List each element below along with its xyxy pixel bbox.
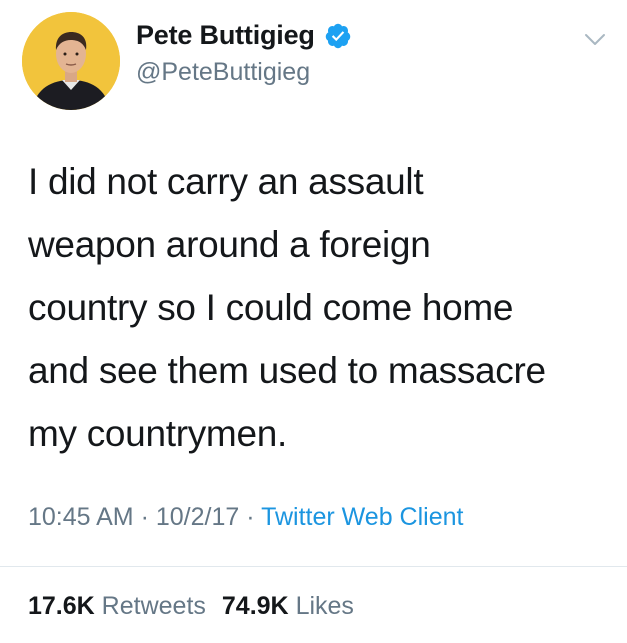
avatar-image — [22, 12, 120, 110]
tweet-text: I did not carry an assault weapon around… — [28, 161, 546, 454]
tweet-time[interactable]: 10:45 AM — [28, 503, 134, 531]
likes-stat[interactable]: 74.9K Likes — [222, 592, 354, 620]
tweet-card: Pete Buttigieg @PeteButtigieg I did not … — [0, 0, 627, 643]
likes-count: 74.9K — [221, 592, 289, 620]
retweets-label: Retweets — [101, 592, 206, 620]
profile-avatar[interactable] — [22, 12, 120, 110]
retweets-stat[interactable]: 17.6K Retweets — [28, 592, 206, 620]
tweet-date[interactable]: 10/2/17 — [156, 503, 239, 531]
display-name-text: Pete Buttigieg — [136, 20, 315, 50]
verified-badge-icon — [325, 23, 350, 48]
tweet-stats: 17.6K Retweets 74.9K Likes — [28, 592, 354, 621]
likes-label: Likes — [295, 592, 354, 620]
user-handle[interactable]: @PeteButtigieg — [136, 58, 310, 87]
display-name[interactable]: Pete Buttigieg — [136, 20, 352, 51]
chevron-down-icon[interactable] — [583, 32, 607, 48]
tweet-meta: 10:45 AM · 10/2/17 · Twitter Web Client — [28, 503, 463, 532]
retweets-count: 17.6K — [28, 592, 95, 620]
meta-separator: · — [140, 503, 149, 531]
divider — [0, 566, 627, 567]
meta-separator: · — [246, 503, 255, 531]
tweet-source-link[interactable]: Twitter Web Client — [261, 503, 463, 531]
